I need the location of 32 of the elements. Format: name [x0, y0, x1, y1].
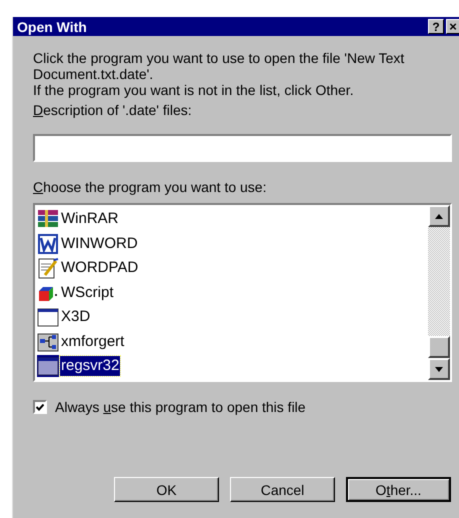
checkmark-icon	[36, 404, 44, 410]
program-item[interactable]: WORDPAD	[37, 256, 428, 280]
scrollbar[interactable]	[428, 205, 450, 380]
down-arrow-icon	[435, 366, 443, 372]
description-field[interactable]	[33, 134, 452, 162]
program-list-label: Choose the program you want to use:	[33, 179, 268, 195]
description-label: Description of '.date' files:	[33, 102, 193, 118]
program-item[interactable]: X3D	[37, 305, 428, 330]
instruction-text: If the program you want is not in the list, click Other.	[33, 82, 355, 98]
scroll-down-button[interactable]	[428, 358, 450, 380]
up-arrow-icon	[435, 214, 443, 218]
program-item[interactable]: WINWORD	[37, 232, 428, 256]
program-item[interactable]: WScript	[37, 280, 428, 305]
scroll-thumb[interactable]	[428, 336, 450, 358]
dialog-button[interactable]: OK	[114, 477, 219, 502]
always-use-checkbox[interactable]	[33, 400, 47, 414]
always-use-label: Always use this program to open this file	[55, 399, 306, 415]
folder-tree-icon	[37, 330, 59, 353]
program-item[interactable]: WinRAR	[37, 207, 428, 232]
program-item[interactable]: xmforgert	[37, 330, 428, 354]
scroll-up-button[interactable]	[428, 205, 450, 227]
window-title: Open With	[17, 20, 87, 34]
window-icon	[37, 306, 59, 328]
dialog-button[interactable]: Cancel	[230, 477, 335, 502]
program-item[interactable]: regsvr32	[37, 354, 428, 378]
notepad-pen-icon	[37, 257, 59, 280]
close-button[interactable]: ×	[446, 19, 459, 34]
dialog-button[interactable]: Other...	[346, 477, 451, 502]
help-button[interactable]: ?	[428, 19, 444, 34]
window-icon	[37, 355, 59, 378]
instruction-text: Click the program you want to use to open the file 'New Text Document.txt.date'.	[33, 50, 406, 82]
document-w-icon	[37, 232, 59, 255]
